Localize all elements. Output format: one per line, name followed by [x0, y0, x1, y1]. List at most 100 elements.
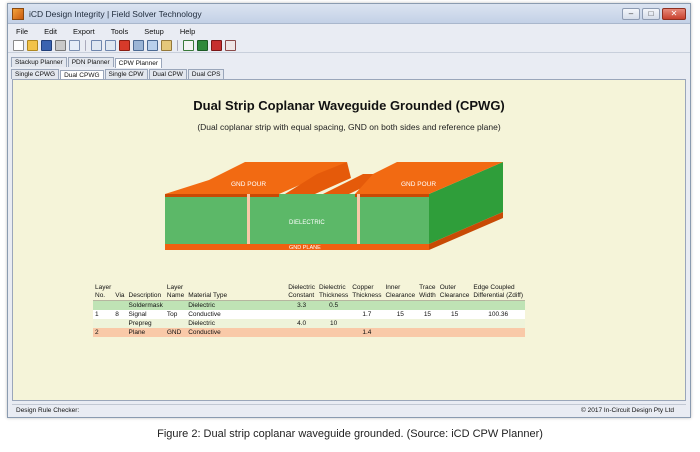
redo-icon[interactable]	[105, 39, 116, 51]
cell[interactable]	[113, 300, 127, 310]
cell[interactable]	[286, 309, 317, 319]
chart-icon[interactable]	[183, 39, 194, 51]
save-icon[interactable]	[41, 39, 52, 51]
tab-stackup-planner[interactable]: Stackup Planner	[11, 57, 67, 67]
tab-dual-cps[interactable]: Dual CPS	[187, 69, 225, 79]
cell[interactable]	[417, 318, 438, 328]
cell[interactable]: 15	[437, 309, 472, 319]
cell[interactable]: 4.0	[286, 318, 317, 328]
print-icon[interactable]	[55, 39, 66, 51]
cell[interactable]	[164, 300, 187, 310]
cell[interactable]	[471, 300, 526, 310]
undo-icon[interactable]	[91, 39, 102, 51]
tab-single-cpw[interactable]: Single CPW	[104, 69, 148, 79]
cell[interactable]	[350, 300, 384, 310]
cell[interactable]: 1	[93, 309, 114, 319]
cell[interactable]	[437, 300, 472, 310]
table-header-row: Layer No. Via Description Layer Name Mater…	[93, 280, 526, 301]
cell[interactable]: Conductive	[186, 309, 287, 319]
cell[interactable]	[383, 327, 418, 337]
close-button[interactable]: ✕	[662, 7, 686, 20]
minimize-button[interactable]: –	[622, 7, 640, 20]
tab-cpw-planner[interactable]: CPW Planner	[114, 58, 163, 68]
toolbar	[8, 38, 690, 53]
cell[interactable]: 0.5	[316, 300, 351, 310]
cell[interactable]	[113, 318, 127, 328]
paste-icon[interactable]	[161, 39, 172, 51]
cell[interactable]	[383, 318, 418, 328]
copy-icon[interactable]	[147, 39, 158, 51]
menu-help[interactable]: Help	[180, 27, 195, 36]
cell[interactable]: Prepreg	[126, 318, 165, 328]
cell[interactable]: Dielectric	[186, 300, 287, 310]
figure-caption: Figure 2: Dual strip coplanar waveguide …	[157, 428, 543, 440]
menu-edit[interactable]: Edit	[44, 27, 57, 36]
cell[interactable]: 2	[93, 327, 114, 337]
delete-icon[interactable]	[119, 39, 130, 51]
cell[interactable]: 1.7	[350, 309, 384, 319]
planner-tabs: Stackup Planner PDN Planner CPW Planner	[8, 55, 690, 68]
cell[interactable]: 8	[113, 309, 127, 319]
cell[interactable]: Top	[164, 309, 187, 319]
cell[interactable]: 10	[316, 318, 351, 328]
cell[interactable]	[417, 300, 438, 310]
cell[interactable]: Dielectric	[186, 318, 287, 328]
col-trace-width: Trace Width	[417, 280, 438, 301]
col-layer-name: Layer Name	[164, 280, 187, 301]
menu-file[interactable]: File	[16, 27, 28, 36]
menu-tools[interactable]: Tools	[111, 27, 129, 36]
gnd-pour-left-label: GND POUR	[231, 181, 266, 188]
page-subtitle: (Dual coplanar strip with equal spacing,…	[197, 122, 501, 132]
table-row: 1 8 Signal Top Conductive 1.7 15 15 15 1…	[93, 309, 526, 319]
new-icon[interactable]	[13, 39, 24, 51]
cell[interactable]	[383, 300, 418, 310]
col-inner-clearance: Inner Clearance	[383, 280, 418, 301]
cell[interactable]	[316, 309, 351, 319]
col-description: Description	[126, 280, 165, 301]
cell[interactable]	[350, 318, 384, 328]
menu-export[interactable]: Export	[73, 27, 95, 36]
cell[interactable]	[93, 300, 114, 310]
open-icon[interactable]	[27, 39, 38, 51]
cell[interactable]	[471, 327, 526, 337]
cell[interactable]: Soldermask	[126, 300, 165, 310]
stackup-table: Layer No. Via Description Layer Name Mater…	[93, 280, 526, 337]
toolbar-separator	[85, 39, 86, 51]
gnd-pour-right-label: GND POUR	[401, 181, 436, 188]
tab-pdn-planner[interactable]: PDN Planner	[67, 57, 114, 67]
app-icon	[12, 7, 24, 20]
cell[interactable]: 15	[417, 309, 438, 319]
pdf-icon[interactable]	[211, 39, 222, 51]
dielectric-front	[165, 194, 429, 244]
cpwg-cross-section-diagram: GND POUR GND POUR DIELECTRIC GND PLANE	[165, 162, 503, 251]
tab-single-cpwg[interactable]: Single CPWG	[11, 69, 60, 79]
cell[interactable]	[471, 318, 526, 328]
cell[interactable]	[417, 327, 438, 337]
cell[interactable]	[164, 318, 187, 328]
cell[interactable]	[437, 327, 472, 337]
excel-icon[interactable]	[197, 39, 208, 51]
cell[interactable]: Plane	[126, 327, 165, 337]
status-copyright: © 2017 In-Circuit Design Pty Ltd	[581, 406, 674, 414]
cell[interactable]	[437, 318, 472, 328]
maximize-button[interactable]: □	[642, 7, 660, 20]
app-window: iCD Design Integrity | Field Solver Tech…	[7, 3, 691, 418]
cell[interactable]: 1.4	[350, 327, 384, 337]
cell[interactable]	[286, 327, 317, 337]
cell[interactable]: 3.3	[286, 300, 317, 310]
cell[interactable]: GND	[164, 327, 187, 337]
cell[interactable]	[93, 318, 114, 328]
cell[interactable]	[316, 327, 351, 337]
cell[interactable]	[113, 327, 127, 337]
cut-icon[interactable]	[133, 39, 144, 51]
cell[interactable]: Signal	[126, 309, 165, 319]
cell[interactable]: 100.36	[471, 309, 526, 319]
menu-setup[interactable]: Setup	[144, 27, 164, 36]
cell[interactable]: 15	[383, 309, 418, 319]
settings-icon[interactable]	[225, 39, 236, 51]
cell[interactable]: Conductive	[186, 327, 287, 337]
tab-dual-cpw[interactable]: Dual CPW	[148, 69, 187, 79]
preview-icon[interactable]	[69, 39, 80, 51]
col-layer-no: Layer No.	[93, 280, 114, 301]
col-via: Via	[113, 280, 127, 301]
